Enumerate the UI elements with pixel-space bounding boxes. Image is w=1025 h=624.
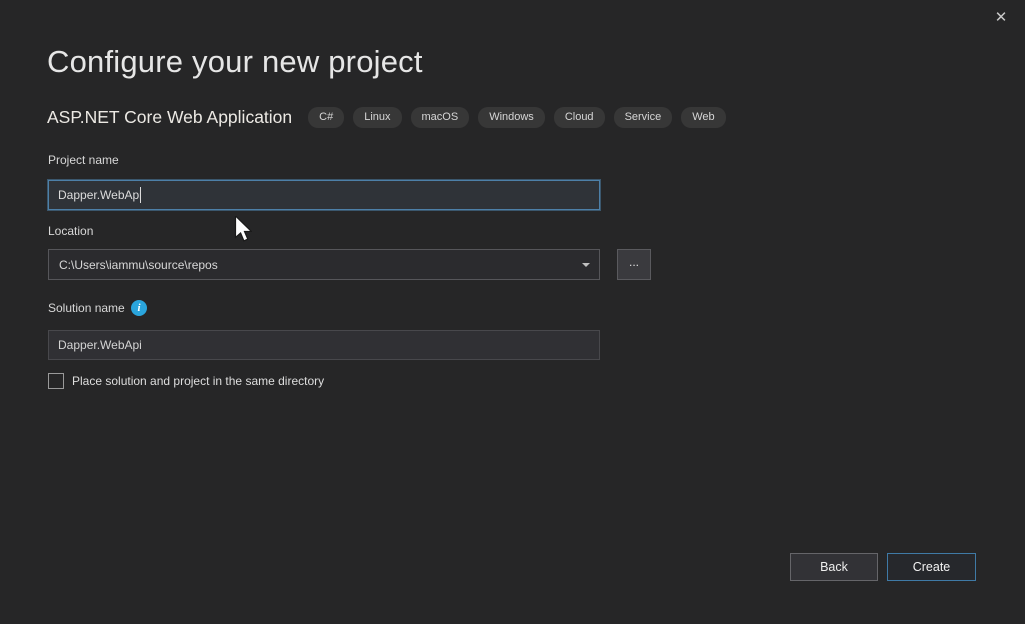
same-directory-row: Place solution and project in the same d…	[48, 373, 324, 389]
location-value: C:\Users\iammu\source\repos	[59, 258, 218, 272]
template-tags: C# Linux macOS Windows Cloud Service Web	[308, 107, 726, 128]
template-name: ASP.NET Core Web Application	[47, 107, 292, 128]
same-directory-label: Place solution and project in the same d…	[72, 374, 324, 388]
project-name-input[interactable]	[48, 180, 600, 210]
solution-name-label: Solution name	[48, 301, 125, 315]
template-tag: macOS	[411, 107, 470, 128]
browse-button[interactable]: ...	[617, 249, 651, 280]
page-title: Configure your new project	[47, 44, 423, 80]
same-directory-checkbox[interactable]	[48, 373, 64, 389]
configure-project-dialog: ✕ Configure your new project ASP.NET Cor…	[0, 0, 1025, 624]
text-caret	[140, 187, 141, 203]
chevron-down-icon	[582, 263, 590, 267]
project-name-label: Project name	[48, 153, 119, 167]
template-tag: C#	[308, 107, 344, 128]
template-tag: Web	[681, 107, 725, 128]
template-tag: Service	[614, 107, 673, 128]
template-tag: Windows	[478, 107, 545, 128]
template-tag: Linux	[353, 107, 401, 128]
solution-name-input[interactable]	[48, 330, 600, 360]
location-label: Location	[48, 224, 93, 238]
template-row: ASP.NET Core Web Application C# Linux macO…	[47, 107, 726, 128]
location-dropdown[interactable]: C:\Users\iammu\source\repos	[48, 249, 600, 280]
back-button[interactable]: Back	[790, 553, 878, 581]
create-button[interactable]: Create	[887, 553, 976, 581]
info-icon[interactable]: i	[131, 300, 147, 316]
mouse-cursor-icon	[234, 216, 252, 243]
template-tag: Cloud	[554, 107, 605, 128]
close-icon[interactable]: ✕	[989, 6, 1013, 28]
